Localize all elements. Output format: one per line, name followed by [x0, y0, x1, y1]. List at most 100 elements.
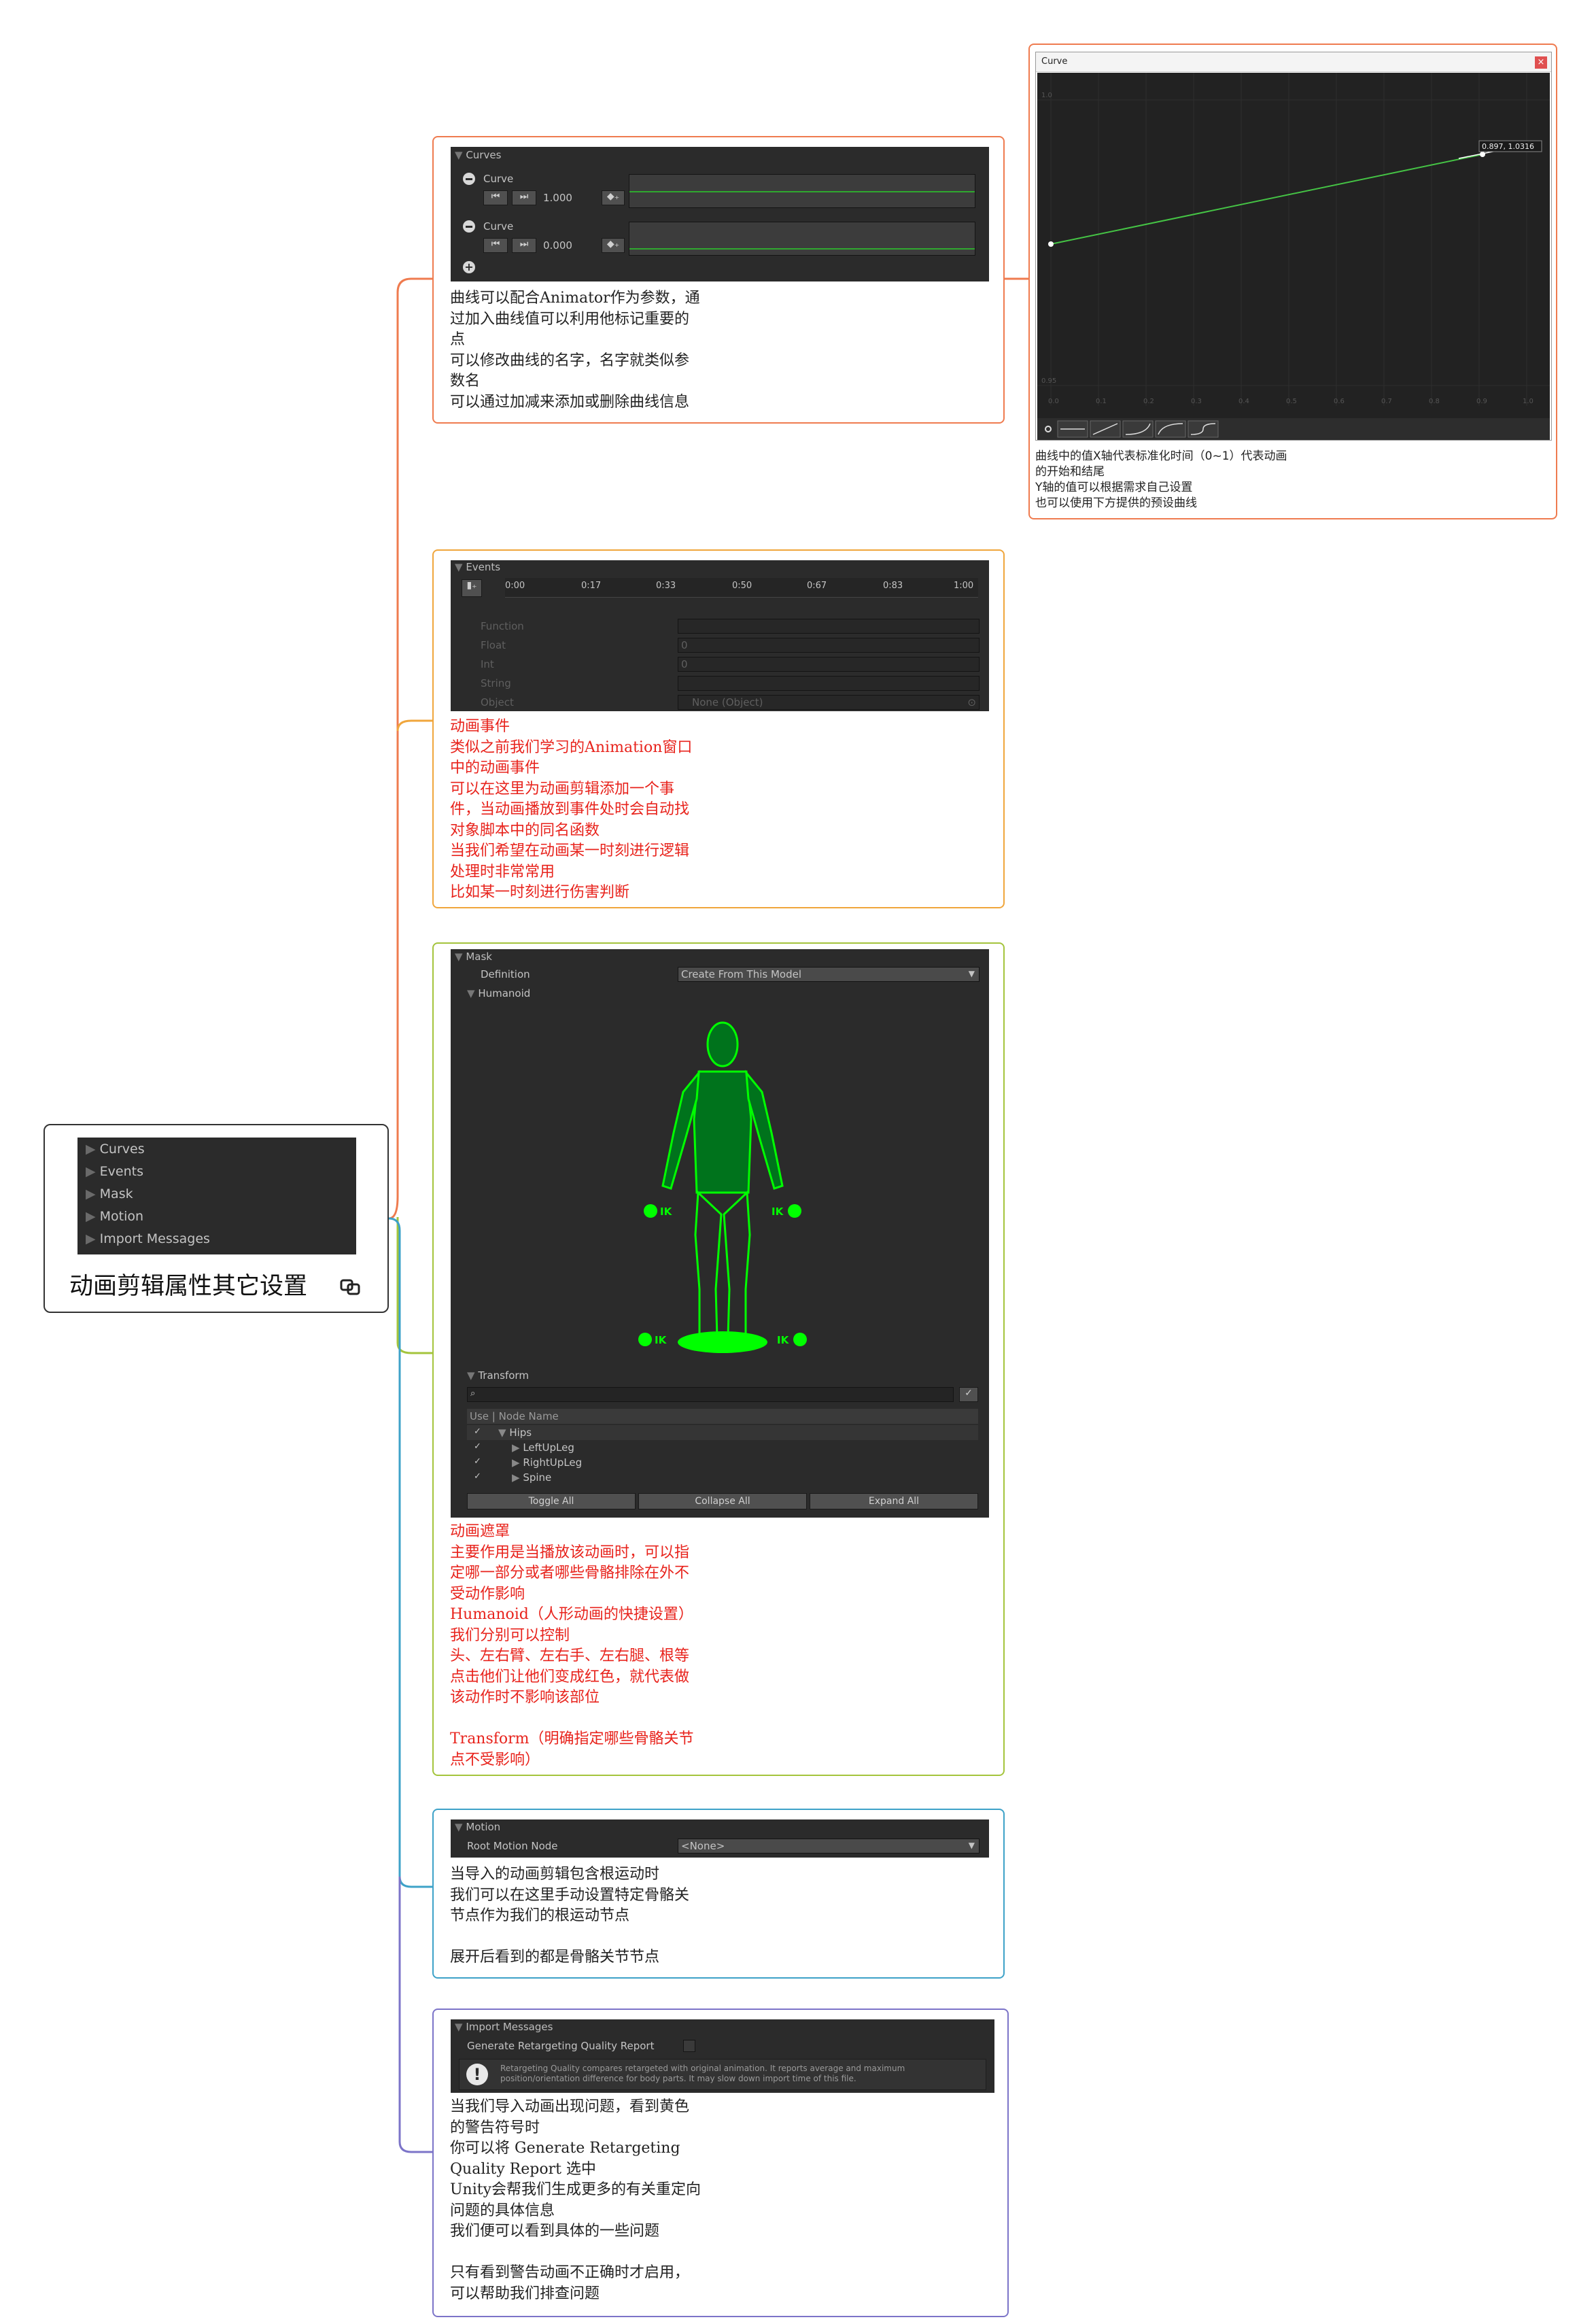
x-label: 0.4	[1238, 398, 1249, 405]
ik-left-foot[interactable]	[638, 1333, 652, 1346]
body-part-left-leg[interactable]	[694, 1190, 723, 1338]
object-label: Object	[481, 696, 514, 708]
ik-right-foot[interactable]	[793, 1333, 807, 1346]
use-checkbox[interactable]: ✓	[474, 1456, 481, 1467]
ik-right-hand[interactable]	[788, 1204, 801, 1218]
events-panel: ▼ Events ▮₊ 0:00 0:17 0:33 0:50 0:67 0:8…	[451, 560, 989, 711]
x-label: 0.2	[1143, 398, 1154, 405]
mask-note: 动画遮罩 主要作用是当播放该动画时，可以指 定哪一部分或者哪些骨骼排除在外不 受…	[450, 1523, 694, 1768]
object-value: None (Object)	[692, 696, 763, 708]
collapse-all-button[interactable]: Collapse All	[638, 1493, 807, 1509]
expand-all-button[interactable]: Expand All	[810, 1493, 978, 1509]
ik-left-foot-label: IK	[655, 1334, 668, 1346]
function-label: Function	[481, 620, 524, 632]
curve-editor[interactable]: 1.0 0.95 0.0 0.1 0.2 0.3 0.4 0.5 0.6 0.7…	[1037, 73, 1550, 440]
curve-2-add-key-button[interactable]: ◆₊	[602, 238, 625, 253]
curve-2-graph[interactable]	[629, 222, 975, 256]
events-card: ▼ Events ▮₊ 0:00 0:17 0:33 0:50 0:67 0:8…	[432, 549, 1005, 908]
curve-1-prev-key-button[interactable]: ⏮	[483, 190, 508, 205]
root-title: 动画剪辑属性其它设置	[69, 1273, 308, 1300]
x-label: 0.0	[1048, 398, 1059, 405]
transform-search-apply-button[interactable]: ✓	[959, 1387, 978, 1402]
add-curve-icon[interactable]: +	[463, 261, 475, 273]
info-box: ! Retargeting Quality compares retargete…	[459, 2059, 986, 2090]
link-icon[interactable]	[339, 1276, 363, 1297]
x-label: 0.3	[1191, 398, 1202, 405]
root-ellipse[interactable]	[678, 1331, 767, 1353]
definition-dropdown[interactable]: Create From This Model ▼	[678, 967, 980, 982]
root-motion-node-label: Root Motion Node	[467, 1840, 558, 1852]
curves-card: ▼ Curves Curve ⏮ ⏭ 1.000 ◆₊ Curve ⏮ ⏭ 0.…	[432, 136, 1005, 424]
root-node[interactable]: ▶ Curves ▶ Events ▶ Mask ▶ Motion ▶ Impo…	[44, 1124, 389, 1313]
table-row[interactable]: ✓ ▶ Spine	[467, 1470, 978, 1485]
humanoid-figure[interactable]: IK IK IK IK	[573, 1017, 872, 1357]
curve-window-card: Curve × 1.0 0.95 0.0 0.1 0.2 0.3 0.4 0.5…	[1028, 44, 1557, 519]
transform-columns: Use | Node Name	[470, 1410, 559, 1422]
table-row[interactable]: ✓ ▶ LeftUpLeg	[467, 1440, 978, 1455]
int-field[interactable]: 0	[678, 657, 980, 672]
body-part-right-leg[interactable]	[723, 1190, 751, 1338]
chevron-down-icon: ▼	[968, 969, 975, 978]
ik-left-hand-label: IK	[660, 1206, 673, 1218]
curve-key-start[interactable]	[1048, 241, 1054, 247]
body-part-right-arm[interactable]	[745, 1070, 784, 1190]
remove-curve-1-icon[interactable]	[463, 173, 475, 185]
panel-item-motion[interactable]: ▶ Motion	[86, 1209, 143, 1224]
events-header[interactable]: ▼ Events	[451, 560, 989, 574]
body-part-torso[interactable]	[693, 1070, 752, 1194]
curve-1-add-key-button[interactable]: ◆₊	[602, 190, 625, 205]
event-timeline[interactable]: 0:00 0:17 0:33 0:50 0:67 0:83 1:00	[505, 578, 978, 598]
ik-left-hand[interactable]	[644, 1204, 657, 1218]
timeline-label: 0:33	[656, 581, 676, 591]
panel-item-mask[interactable]: ▶ Mask	[86, 1186, 133, 1201]
retargeting-report-label: Generate Retargeting Quality Report	[467, 2040, 655, 2052]
curve-1-graph[interactable]	[629, 174, 975, 208]
curve-window-title: Curve	[1041, 56, 1068, 67]
mask-header[interactable]: ▼ Mask	[451, 949, 989, 964]
use-checkbox[interactable]: ✓	[474, 1441, 481, 1452]
add-event-button[interactable]: ▮₊	[462, 579, 482, 597]
panel-item-events[interactable]: ▶ Events	[86, 1164, 143, 1179]
motion-header[interactable]: ▼ Motion	[451, 1819, 989, 1834]
use-checkbox[interactable]: ✓	[474, 1471, 481, 1482]
humanoid-label[interactable]: ▼ Humanoid	[467, 987, 530, 999]
object-picker-icon[interactable]: ⊙	[967, 696, 976, 708]
float-field[interactable]: 0	[678, 638, 980, 653]
curve-1-name[interactable]: Curve	[483, 173, 513, 185]
node-name: ▶ RightUpLeg	[512, 1456, 583, 1469]
transform-table-header: Use | Node Name	[467, 1409, 978, 1424]
panel-item-curves[interactable]: ▶ Curves	[86, 1142, 145, 1157]
x-label: 0.6	[1334, 398, 1345, 405]
use-checkbox[interactable]: ✓	[474, 1426, 481, 1437]
motion-panel: ▼ Motion Root Motion Node <None> ▼	[451, 1819, 989, 1858]
curve-1-value[interactable]: 1.000	[543, 192, 572, 204]
curves-header[interactable]: ▼ Curves	[451, 147, 989, 163]
node-name: ▼ Hips	[498, 1426, 532, 1439]
x-label: 0.8	[1429, 398, 1440, 405]
transform-label[interactable]: ▼ Transform	[467, 1369, 529, 1382]
function-field[interactable]	[678, 619, 980, 634]
curve-2-prev-key-button[interactable]: ⏮	[483, 238, 508, 253]
curve-2-value[interactable]: 0.000	[543, 239, 572, 252]
remove-curve-2-icon[interactable]	[463, 220, 475, 233]
info-text: Retargeting Quality compares retargeted …	[500, 2064, 905, 2083]
warning-icon: !	[466, 2064, 488, 2085]
curve-2-next-key-button[interactable]: ⏭	[512, 238, 536, 253]
close-icon[interactable]: ×	[1535, 56, 1547, 69]
import-messages-note: 当我们导入动画出现问题，看到黄色 的警告符号时 你可以将 Generate Re…	[450, 2098, 701, 2302]
body-part-head[interactable]	[706, 1021, 739, 1067]
root-motion-node-dropdown[interactable]: <None> ▼	[678, 1839, 980, 1853]
transform-search-input[interactable]: ⌕	[467, 1387, 954, 1402]
table-row[interactable]: ✓ ▼ Hips	[467, 1425, 978, 1440]
y-label-bottom: 0.95	[1041, 377, 1056, 385]
toggle-all-button[interactable]: Toggle All	[467, 1493, 636, 1509]
retargeting-report-checkbox[interactable]	[683, 2040, 695, 2052]
curve-1-next-key-button[interactable]: ⏭	[512, 190, 536, 205]
object-field[interactable]: None (Object) ⊙	[678, 695, 980, 710]
panel-item-import-messages[interactable]: ▶ Import Messages	[86, 1231, 210, 1246]
table-row[interactable]: ✓ ▶ RightUpLeg	[467, 1455, 978, 1470]
curve-2-name[interactable]: Curve	[483, 220, 513, 233]
body-part-left-arm[interactable]	[661, 1070, 700, 1190]
string-field[interactable]	[678, 676, 980, 691]
import-messages-header[interactable]: ▼ Import Messages	[451, 2019, 994, 2034]
